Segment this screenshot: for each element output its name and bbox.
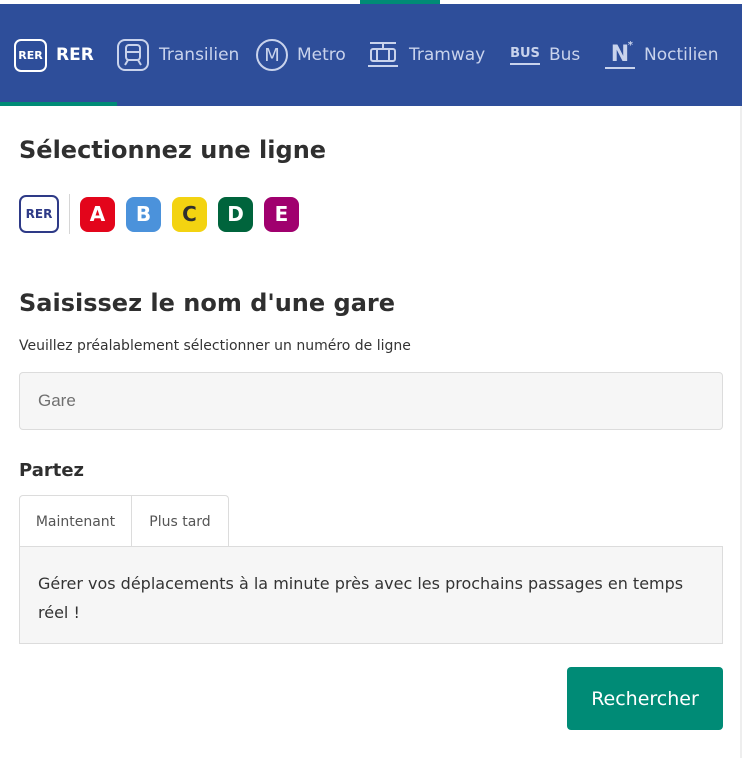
tram-icon [366, 40, 400, 70]
mode-label: Metro [297, 45, 346, 65]
noctilien-icon: N * [605, 39, 635, 69]
tab-plus-tard[interactable]: Plus tard [132, 495, 229, 547]
line-b-button[interactable]: B [126, 196, 161, 232]
tab-maintenant[interactable]: Maintenant [19, 495, 132, 547]
line-d-button[interactable]: D [218, 196, 253, 232]
mode-tab-noctilien[interactable]: N * Noctilien [605, 4, 735, 106]
mode-tab-transilien[interactable]: Transilien [116, 4, 256, 106]
search-button[interactable]: Rechercher [567, 667, 723, 730]
bus-icon: BUS [510, 46, 540, 65]
line-section-title: Sélectionnez une ligne [19, 136, 327, 164]
mode-tab-rer[interactable]: RER RER [0, 4, 117, 106]
mode-label: Noctilien [644, 45, 719, 65]
noctilien-icon-letter: N [610, 41, 630, 67]
divider [69, 194, 70, 234]
station-section-title: Saisissez le nom d'une gare [19, 289, 396, 317]
mode-label: Transilien [159, 45, 240, 65]
train-icon [116, 38, 150, 72]
mode-label: Tramway [409, 45, 486, 65]
departure-tabs: Maintenant Plus tard [19, 495, 229, 547]
page: RER RER Transilien M Metro Tramway BUS B… [0, 0, 742, 758]
rer-icon: RER [14, 38, 47, 72]
line-e-button[interactable]: E [264, 196, 299, 232]
mode-label: Bus [549, 45, 581, 65]
metro-icon: M [256, 39, 288, 71]
mode-label: RER [56, 45, 94, 65]
line-selector: RER A B C D E [19, 194, 310, 234]
station-input[interactable] [19, 372, 723, 430]
station-hint: Veuillez préalablement sélectionner un n… [19, 338, 411, 354]
mode-tab-metro[interactable]: M Metro [256, 4, 366, 106]
mode-tab-bus[interactable]: BUS Bus [510, 4, 605, 106]
departure-panel-text: Gérer vos déplacements à la minute près … [19, 546, 723, 644]
transport-mode-bar: RER RER Transilien M Metro Tramway BUS B… [0, 4, 742, 106]
departure-label: Partez [19, 460, 85, 481]
mode-tab-tramway[interactable]: Tramway [366, 4, 510, 106]
rer-network-logo: RER [19, 195, 59, 233]
line-a-button[interactable]: A [80, 196, 115, 232]
line-c-button[interactable]: C [172, 196, 207, 232]
noctilien-icon-star: * [627, 39, 633, 51]
